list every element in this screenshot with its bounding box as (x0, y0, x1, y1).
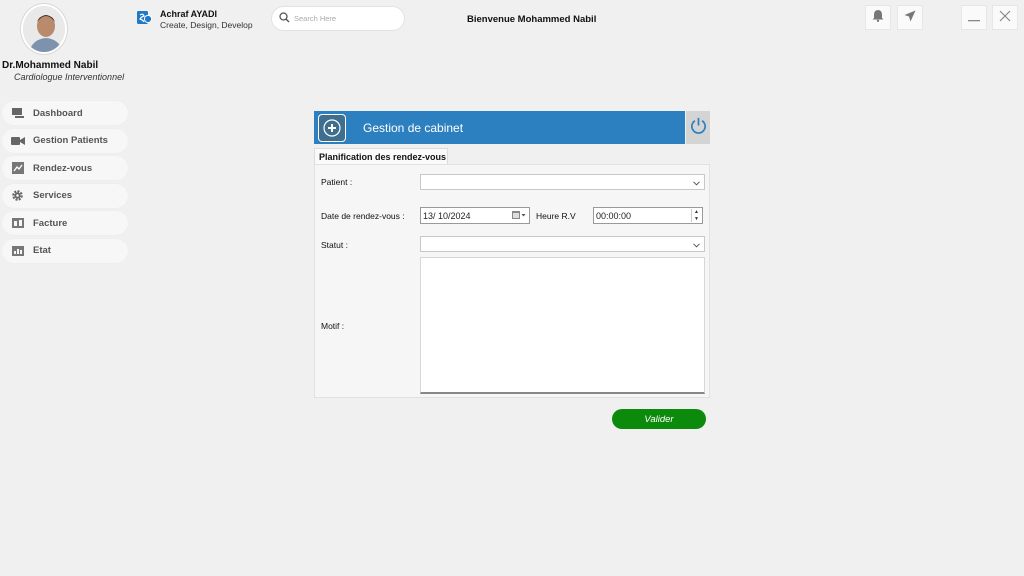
search-icon (279, 10, 290, 28)
bell-icon (872, 9, 884, 27)
power-button[interactable] (686, 111, 710, 144)
search-input[interactable] (294, 14, 394, 23)
sidebar-item-services[interactable]: Services (2, 183, 128, 208)
dashboard-icon (10, 106, 25, 121)
time-picker[interactable]: 00:00:00 ▲ ▼ (593, 207, 703, 224)
clinic-logo-icon (318, 113, 346, 142)
panel-title: Gestion de cabinet (363, 120, 464, 135)
minimize-button[interactable] (961, 5, 987, 30)
notifications-button[interactable] (865, 5, 891, 30)
sidebar-item-label: Services (33, 190, 73, 202)
patient-select[interactable] (420, 174, 705, 190)
close-button[interactable] (992, 5, 1018, 30)
statut-select[interactable] (420, 236, 705, 252)
date-picker[interactable]: 13/ 10/2024 (420, 207, 530, 224)
time-value: 00:00:00 (596, 210, 632, 221)
brand-tagline: Create, Design, Develop (160, 20, 253, 30)
sidebar-item-label: Gestion Patients (33, 135, 108, 147)
chevron-down-icon (693, 235, 700, 253)
date-value: 13/ 10/2024 (423, 210, 471, 221)
statut-label: Statut : (321, 240, 348, 250)
calendar-dropdown-icon[interactable] (512, 211, 526, 222)
spin-down-icon[interactable]: ▼ (692, 216, 701, 223)
tab-planification[interactable]: Planification des rendez-vous (314, 148, 448, 165)
gear-icon (10, 188, 25, 203)
time-spinner[interactable]: ▲ ▼ (691, 209, 701, 222)
brand-logo-icon (137, 11, 153, 26)
sidebar-item-gestion-patients[interactable]: Gestion Patients (2, 128, 128, 153)
date-label: Date de rendez-vous : (321, 211, 405, 221)
sidebar-item-label: Facture (33, 217, 68, 229)
invoice-icon (10, 216, 25, 231)
minimize-icon (968, 9, 980, 27)
valider-button[interactable]: Valider (612, 409, 706, 429)
sidebar-item-facture[interactable]: Facture (2, 211, 128, 236)
brand-name: Achraf AYADI (160, 9, 218, 19)
chevron-down-icon (693, 173, 700, 191)
sidebar-item-rendez-vous[interactable]: Rendez-vous (2, 156, 128, 181)
video-camera-icon (10, 133, 25, 148)
motif-label: Motif : (321, 321, 345, 331)
chart-icon (10, 161, 25, 176)
send-button[interactable] (897, 5, 923, 30)
sidebar-item-label: Etat (33, 245, 51, 257)
doctor-avatar (21, 4, 67, 54)
sidebar: Dashboard Gestion Patients Rendez-vous S… (2, 101, 128, 267)
close-icon (999, 9, 1011, 27)
doctor-name: Dr.Mohammed Nabil (2, 60, 99, 71)
time-label: Heure R.V (536, 211, 576, 221)
motif-textarea[interactable] (420, 257, 705, 394)
sidebar-item-etat[interactable]: Etat (2, 238, 128, 263)
power-icon (689, 116, 708, 140)
search-box[interactable] (271, 6, 405, 31)
doctor-specialty: Cardiologue Interventionnel (14, 72, 125, 82)
panel-header: Gestion de cabinet (314, 111, 685, 144)
sidebar-item-label: Rendez-vous (33, 162, 93, 174)
report-icon (10, 243, 25, 258)
patient-label: Patient : (321, 177, 353, 187)
sidebar-item-dashboard[interactable]: Dashboard (2, 101, 128, 125)
welcome-text: Bienvenue Mohammed Nabil (467, 14, 597, 25)
sidebar-item-label: Dashboard (33, 107, 83, 119)
paper-plane-icon (904, 9, 916, 27)
